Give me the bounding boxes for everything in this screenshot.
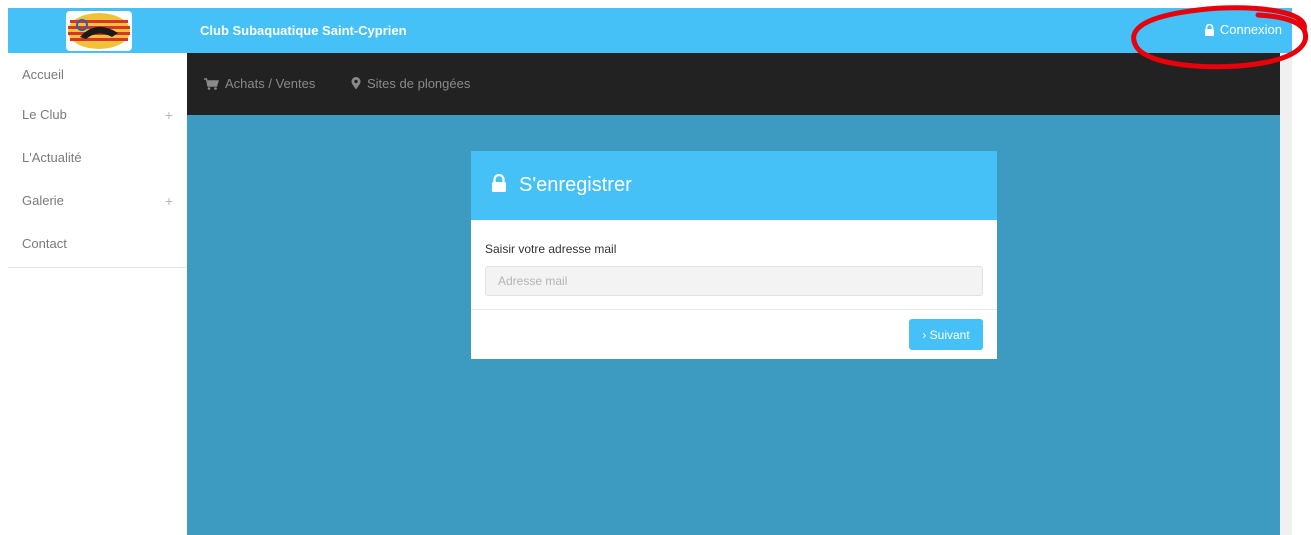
sidebar-item-label: Contact <box>22 236 67 251</box>
sidebar-item-le-club[interactable]: Le Club + <box>8 93 187 136</box>
nav-item-achats-ventes[interactable]: Achats / Ventes <box>204 76 315 91</box>
sidebar-item-label: Accueil <box>22 67 64 82</box>
sidebar-item-galerie[interactable]: Galerie + <box>8 179 187 222</box>
login-label: Connexion <box>1219 22 1282 37</box>
site-title[interactable]: Club Subaquatique Saint-Cyprien <box>200 23 407 38</box>
page: Club Subaquatique Saint-Cyprien Connexio… <box>0 0 1311 535</box>
map-marker-icon <box>351 77 361 90</box>
club-logo-icon[interactable] <box>66 11 132 51</box>
next-button[interactable]: › Suivant <box>909 319 983 350</box>
sidebar-item-label: Le Club <box>22 107 67 122</box>
sidebar-item-actualite[interactable]: L'Actualité <box>8 136 187 179</box>
email-field[interactable] <box>485 266 983 296</box>
cart-icon <box>204 77 219 90</box>
login-link[interactable]: Connexion <box>1204 22 1282 37</box>
top-bar: Club Subaquatique Saint-Cyprien Connexio… <box>8 8 1292 53</box>
register-card: S'enregistrer Saisir votre adresse mail … <box>471 151 997 359</box>
expand-plus-icon[interactable]: + <box>165 193 173 209</box>
nav-item-sites-plongees[interactable]: Sites de plongées <box>351 76 470 91</box>
expand-plus-icon[interactable]: + <box>165 107 173 123</box>
sidebar: Accueil Le Club + L'Actualité Galerie + … <box>8 53 187 268</box>
navbar: Achats / Ventes Sites de plongées <box>187 53 1280 115</box>
sidebar-item-label: L'Actualité <box>22 150 82 165</box>
lock-icon <box>491 173 507 197</box>
email-label: Saisir votre adresse mail <box>485 242 617 256</box>
lock-icon <box>1204 23 1215 36</box>
card-header: S'enregistrer <box>471 151 997 220</box>
scrollbar-track[interactable] <box>1280 53 1292 535</box>
card-footer: › Suivant <box>471 310 997 359</box>
card-body: Saisir votre adresse mail <box>471 220 997 310</box>
nav-item-label: Achats / Ventes <box>225 76 316 91</box>
card-title: S'enregistrer <box>519 174 632 196</box>
nav-item-label: Sites de plongées <box>367 76 471 91</box>
sidebar-item-label: Galerie <box>22 193 64 208</box>
sidebar-item-contact[interactable]: Contact <box>8 222 187 265</box>
sidebar-item-accueil[interactable]: Accueil <box>8 53 187 93</box>
